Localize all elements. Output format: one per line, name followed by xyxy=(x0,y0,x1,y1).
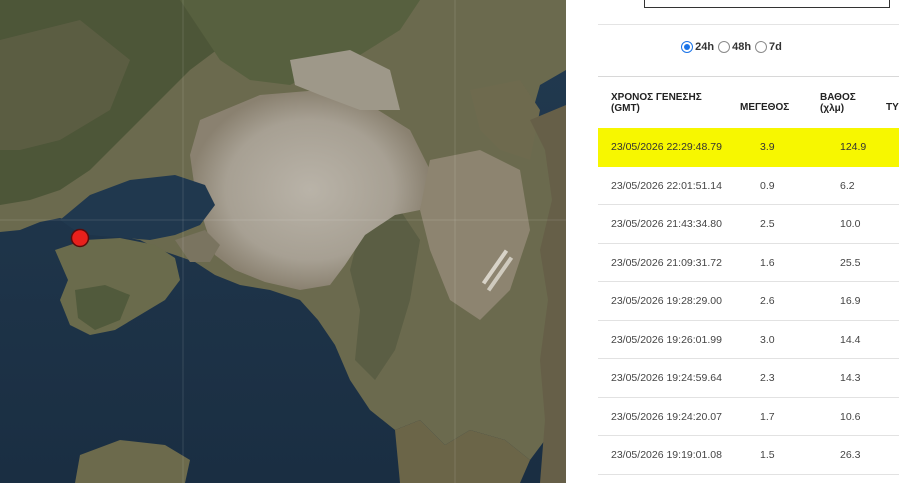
header-depth[interactable]: ΒΑΘΟΣ (χλμ) xyxy=(820,92,860,114)
table-row[interactable]: 23/05/2026 19:24:59.64 2.3 14.3 xyxy=(598,359,899,398)
divider xyxy=(598,24,899,25)
earthquake-table-body: 23/05/2026 22:29:48.79 3.9 124.9 23/05/2… xyxy=(598,128,899,475)
cell-time: 23/05/2026 19:24:59.64 xyxy=(611,372,722,384)
cell-time: 23/05/2026 21:09:31.72 xyxy=(611,256,722,269)
cell-depth: 14.4 xyxy=(840,333,861,346)
table-row[interactable]: 23/05/2026 22:01:51.14 0.9 6.2 xyxy=(598,167,899,205)
cell-time: 23/05/2026 19:26:01.99 xyxy=(611,333,722,346)
cell-magnitude: 3.0 xyxy=(760,333,775,346)
cell-time: 23/05/2026 19:28:29.00 xyxy=(611,295,722,307)
range-label-48h: 48h xyxy=(732,41,752,53)
cell-depth: 10.6 xyxy=(840,410,861,423)
cell-magnitude: 1.6 xyxy=(760,256,775,269)
epicenter-marker-icon[interactable] xyxy=(70,228,90,248)
cell-magnitude: 2.5 xyxy=(760,218,775,230)
table-row[interactable]: 23/05/2026 19:19:01.08 1.5 26.3 xyxy=(598,436,899,475)
cell-magnitude: 0.9 xyxy=(760,179,775,192)
cell-magnitude: 1.7 xyxy=(760,410,775,423)
cell-magnitude: 2.3 xyxy=(760,372,775,384)
cell-depth: 10.0 xyxy=(840,218,861,230)
cell-depth: 16.9 xyxy=(840,295,861,307)
cell-depth: 124.9 xyxy=(840,141,867,153)
range-option-24h[interactable]: 24h xyxy=(681,41,714,53)
table-header: ΧΡΟΝΟΣ ΓΕΝΕΣΗΣ (GMT) ΜΕΓΕΘΟΣ ΒΑΘΟΣ (χλμ)… xyxy=(598,89,899,119)
header-magnitude[interactable]: ΜΕΓΕΘΟΣ xyxy=(740,102,789,113)
range-option-7d[interactable]: 7d xyxy=(755,41,782,53)
earthquake-list-panel: 24h 48h 7d ΧΡΟΝΟΣ ΓΕΝΕΣΗΣ (GMT) ΜΕΓΕΘΟΣ … xyxy=(566,0,899,483)
cell-depth: 6.2 xyxy=(840,179,855,192)
header-origin-time-label: ΧΡΟΝΟΣ ΓΕΝΕΣΗΣ xyxy=(611,92,702,103)
range-label-7d: 7d xyxy=(769,41,782,53)
cell-depth: 14.3 xyxy=(840,372,861,384)
cell-depth: 25.5 xyxy=(840,256,861,269)
header-depth-unit: (χλμ) xyxy=(820,103,845,114)
cell-magnitude: 3.9 xyxy=(760,141,775,153)
range-option-48h[interactable]: 48h xyxy=(718,41,751,53)
cell-time: 23/05/2026 21:43:34.80 xyxy=(611,218,722,230)
cell-magnitude: 1.5 xyxy=(760,449,775,461)
time-range-selector: 24h 48h 7d xyxy=(566,38,899,56)
header-origin-time-unit: (GMT) xyxy=(611,103,640,114)
cell-time: 23/05/2026 22:01:51.14 xyxy=(611,179,722,192)
table-row[interactable]: 23/05/2026 21:43:34.80 2.5 10.0 xyxy=(598,205,899,244)
radio-7d-icon[interactable] xyxy=(755,41,768,53)
cell-time: 23/05/2026 19:24:20.07 xyxy=(611,410,722,423)
table-row[interactable]: 23/05/2026 21:09:31.72 1.6 25.5 xyxy=(598,244,899,282)
table-row[interactable]: 23/05/2026 19:24:20.07 1.7 10.6 xyxy=(598,398,899,436)
satellite-map[interactable] xyxy=(0,0,566,483)
header-origin-time[interactable]: ΧΡΟΝΟΣ ΓΕΝΕΣΗΣ (GMT) xyxy=(611,92,731,114)
divider xyxy=(598,76,899,77)
cell-time: 23/05/2026 19:19:01.08 xyxy=(611,449,722,461)
cell-depth: 26.3 xyxy=(840,449,861,461)
radio-24h-icon[interactable] xyxy=(681,41,694,53)
table-row[interactable]: 23/05/2026 19:28:29.00 2.6 16.9 xyxy=(598,282,899,321)
header-depth-label: ΒΑΘΟΣ xyxy=(820,92,856,103)
header-type[interactable]: ΤΥ xyxy=(886,102,899,113)
table-row[interactable]: 23/05/2026 22:29:48.79 3.9 124.9 xyxy=(598,128,899,167)
cell-magnitude: 2.6 xyxy=(760,295,775,307)
radio-48h-icon[interactable] xyxy=(718,41,731,53)
search-input[interactable] xyxy=(644,0,890,8)
cell-time: 23/05/2026 22:29:48.79 xyxy=(611,141,722,153)
range-label-24h: 24h xyxy=(695,41,715,53)
table-row[interactable]: 23/05/2026 19:26:01.99 3.0 14.4 xyxy=(598,321,899,359)
